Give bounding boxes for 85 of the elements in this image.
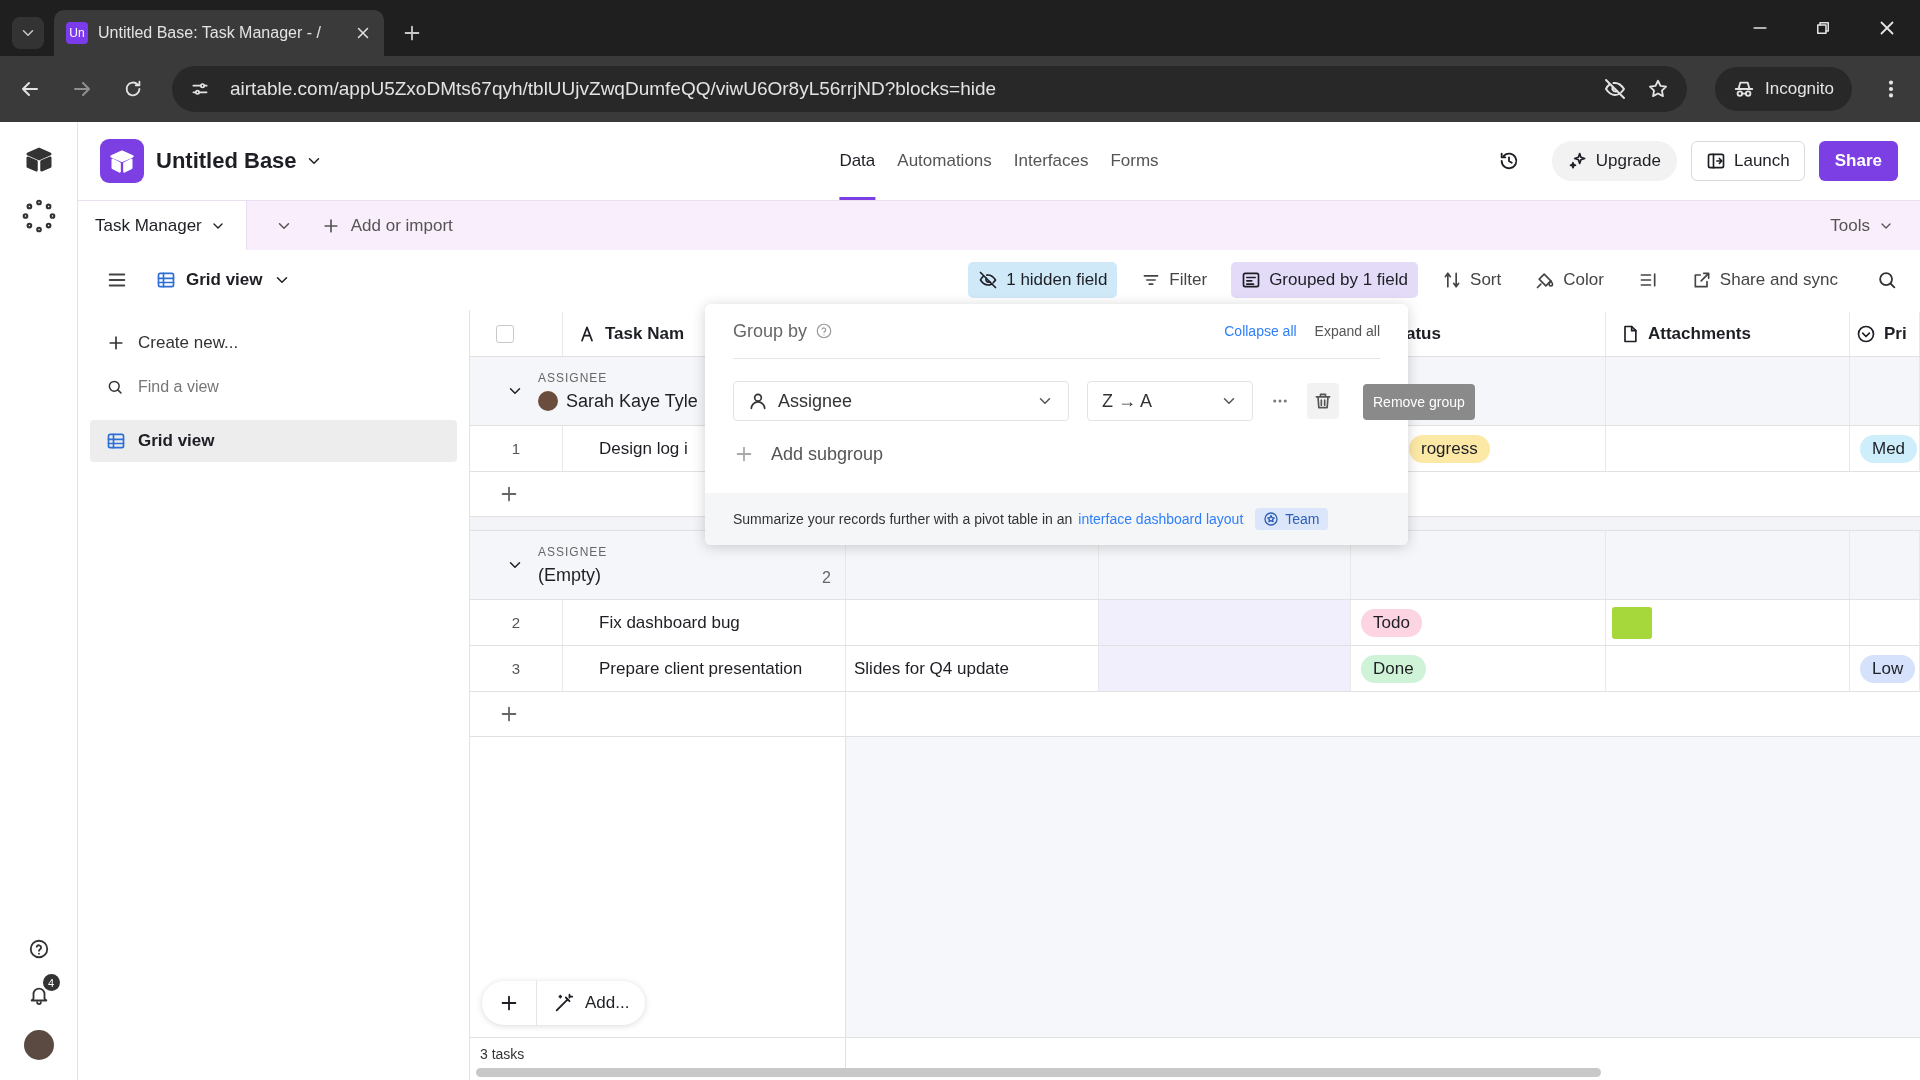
status-tag: Done (1361, 654, 1426, 683)
create-view-button[interactable]: Create new... (90, 324, 457, 362)
grid-icon (106, 431, 126, 451)
tools-button[interactable]: Tools (1830, 215, 1894, 236)
user-avatar[interactable] (23, 1030, 54, 1060)
add-or-import-button[interactable]: Add or import (320, 215, 453, 236)
column-header[interactable]: Attachments (1648, 324, 1751, 344)
filter-button[interactable]: Filter (1131, 262, 1218, 298)
trash-icon (1313, 391, 1333, 411)
group-button[interactable]: Grouped by 1 field (1231, 262, 1419, 298)
eye-off-icon (978, 270, 999, 290)
table-cell: Slides for Q4 update (854, 658, 1009, 679)
address-bar[interactable]: airtable.com/appU5ZxoDMts67qyh/tblUUjvZwqDumfeQQ/viwU6Or8yL56rrjND?blocks=hide (172, 66, 1687, 112)
column-header[interactable]: Task Nam (605, 324, 685, 344)
row-number: 3 (511, 660, 521, 677)
attachment-thumbnail[interactable] (1612, 606, 1652, 639)
base-name-button[interactable]: Untitled Base (156, 148, 323, 174)
notification-badge: 4 (42, 974, 60, 991)
nav-tab[interactable]: Forms (1110, 122, 1159, 200)
remove-group-button[interactable] (1307, 383, 1339, 419)
circle-chevron-icon (1856, 324, 1876, 344)
view-switcher[interactable]: Grid view (156, 270, 291, 290)
upgrade-button[interactable]: Upgrade (1551, 141, 1677, 181)
browser-tab[interactable]: Un Untitled Base: Task Manager - / (54, 10, 384, 56)
color-button[interactable]: Color (1525, 262, 1614, 298)
tooltip: Remove group (1363, 384, 1475, 420)
plan-badge: Team (1255, 508, 1328, 530)
horizontal-scrollbar[interactable] (476, 1068, 1601, 1077)
loading-icon[interactable] (20, 198, 57, 234)
incognito-button[interactable]: Incognito (1715, 67, 1852, 111)
column-header[interactable]: Pri (1884, 324, 1907, 344)
popover-title: Group by (733, 320, 808, 342)
magic-wand-icon (553, 992, 575, 1014)
table-tab[interactable]: Task Manager (78, 201, 247, 250)
table-cell: Prepare client presentation (599, 658, 803, 679)
expand-all-link[interactable]: Expand all (1314, 323, 1380, 339)
search-icon[interactable] (1876, 269, 1898, 291)
column-header[interactable]: atus (1406, 324, 1441, 344)
status-tag: Todo (1361, 608, 1422, 637)
launch-icon (1705, 151, 1726, 171)
sort-order-dropdown[interactable]: Z → A (1087, 381, 1253, 421)
sort-button[interactable]: Sort (1432, 262, 1512, 298)
group-value: (Empty) (538, 564, 601, 586)
sparkle-icon (1567, 151, 1588, 171)
nav-tab[interactable]: Automations (897, 122, 992, 200)
row-number: 1 (511, 440, 521, 457)
priority-tag: Low (1860, 654, 1916, 683)
add-subgroup-button[interactable]: Add subgroup (733, 443, 1380, 465)
add-field-button[interactable]: Add... (537, 981, 646, 1025)
tab-list-button[interactable] (12, 17, 44, 49)
group-field-label: ASSIGNEE (538, 544, 608, 559)
person-icon (748, 391, 768, 411)
share-button[interactable]: Share (1818, 141, 1898, 181)
find-view-field[interactable]: Find a view (136, 377, 441, 397)
help-icon[interactable] (27, 938, 50, 960)
group-field-dropdown[interactable]: Assignee (733, 381, 1069, 421)
search-icon (106, 378, 124, 396)
eye-off-icon[interactable] (1603, 77, 1627, 101)
launch-button[interactable]: Launch (1690, 141, 1805, 181)
priority-tag: Med (1860, 434, 1918, 463)
group-field-label: ASSIGNEE (538, 370, 609, 385)
table-cell: Fix dashboard bug (599, 612, 740, 633)
list-box-icon (1241, 270, 1262, 290)
group-count: 2 (822, 569, 831, 587)
tab-favicon: Un (66, 22, 88, 44)
star-circle-icon (1263, 511, 1280, 527)
restore-icon[interactable] (1814, 19, 1832, 37)
hide-fields-button[interactable]: 1 hidden field (968, 262, 1118, 298)
footer-text: Summarize your records further with a pivot table in an (733, 511, 1073, 527)
view-list-item[interactable]: Grid view (90, 420, 457, 462)
base-logo[interactable] (100, 139, 144, 183)
tab-title: Untitled Base: Task Manager - / (98, 24, 322, 42)
grid-icon (156, 270, 176, 290)
status-tag: rogress (1409, 434, 1490, 463)
collapse-all-link[interactable]: Collapse all (1224, 323, 1297, 339)
bookmark-star-icon[interactable] (1647, 78, 1669, 100)
group-value: Sarah Kaye Tyle (566, 390, 698, 412)
table-cell: Design log i (599, 438, 688, 459)
url-text: airtable.com/appU5ZxoDMts67qyh/tblUUjvZwqDumfeQQ/viwU6Or8yL56rrjND?blocks=hide (230, 78, 998, 100)
select-all-checkbox[interactable] (496, 325, 514, 343)
paint-bucket-icon (1535, 270, 1556, 290)
row-number: 2 (511, 614, 521, 631)
interface-dashboard-link[interactable]: interface dashboard layout (1078, 511, 1244, 527)
nav-tab[interactable]: Interfaces (1013, 122, 1089, 200)
share-sync-button[interactable]: Share and sync (1681, 262, 1848, 298)
